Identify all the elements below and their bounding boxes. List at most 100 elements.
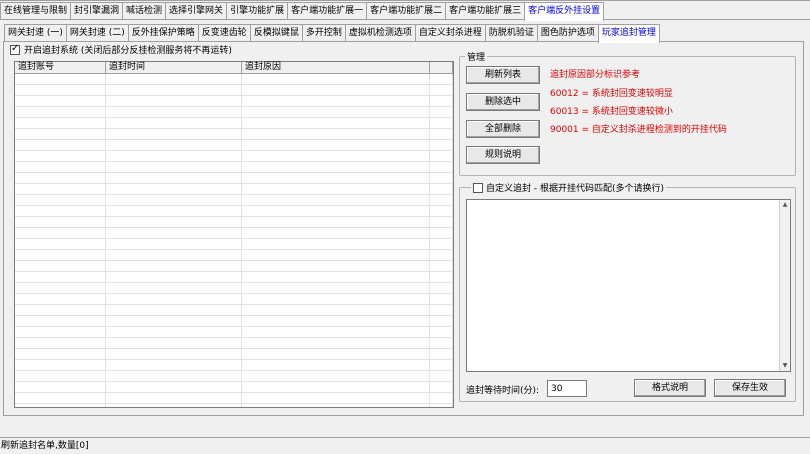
table-cell: [15, 118, 106, 129]
table-row[interactable]: [15, 217, 453, 228]
table-row[interactable]: [15, 173, 453, 184]
table-cell: [242, 96, 430, 107]
table-cell: [242, 261, 430, 272]
sub-tab-1[interactable]: 网关封速 (二): [65, 24, 129, 42]
rules-button[interactable]: 规则说明: [466, 146, 540, 164]
top-tab-0[interactable]: 在线管理与限制: [0, 2, 72, 20]
top-tab-5[interactable]: 客户端功能扩展一: [287, 2, 368, 20]
table-cell: [15, 272, 106, 283]
cheat-codes-scrollbar[interactable]: ▲ ▼: [779, 200, 790, 371]
cheat-codes-textarea[interactable]: ▲ ▼: [466, 199, 791, 372]
sub-tab-8[interactable]: 防脱机验证: [484, 24, 538, 42]
sub-tab-3[interactable]: 反变速齿轮: [197, 24, 251, 42]
table-row[interactable]: [15, 118, 453, 129]
sub-tab-2[interactable]: 反外挂保护策略: [127, 24, 199, 42]
table-row[interactable]: [15, 382, 453, 393]
table-cell: [242, 382, 430, 393]
table-cell: [106, 129, 242, 140]
top-tab-bar: 在线管理与限制 封引擎漏洞 喊话检测 选择引擎网关 引擎功能扩展 客户端功能扩展一 客户端功…: [0, 2, 605, 21]
table-cell: [15, 107, 106, 118]
table-cell: [106, 283, 242, 294]
top-tab-3[interactable]: 选择引擎网关: [165, 2, 228, 20]
column-header-time[interactable]: 追封时间: [106, 62, 242, 73]
table-row[interactable]: [15, 85, 453, 96]
table-row[interactable]: [15, 140, 453, 151]
table-cell: [15, 129, 106, 140]
table-cell: [242, 217, 430, 228]
reason-code-60013: 60013 = 系统封回变速较微小: [550, 107, 673, 117]
table-row[interactable]: [15, 360, 453, 371]
sub-tab-7[interactable]: 自定义封杀进程: [414, 24, 486, 42]
wait-time-input[interactable]: [547, 380, 587, 397]
format-help-button[interactable]: 格式说明: [634, 379, 706, 397]
column-header-reason[interactable]: 追封原因: [242, 62, 430, 73]
delete-selected-button[interactable]: 删除选中: [466, 93, 540, 111]
table-row[interactable]: [15, 74, 453, 85]
table-row[interactable]: [15, 316, 453, 327]
sub-tab-9[interactable]: 图色防护选项: [536, 24, 599, 42]
scroll-up-icon[interactable]: ▲: [780, 200, 790, 210]
top-tab-6[interactable]: 客户端功能扩展二: [366, 2, 447, 20]
table-cell: [430, 250, 453, 261]
table-row[interactable]: [15, 96, 453, 107]
column-header-account[interactable]: 追封账号: [15, 62, 106, 73]
table-row[interactable]: [15, 228, 453, 239]
save-apply-button[interactable]: 保存生效: [714, 379, 786, 397]
table-cell: [106, 85, 242, 96]
table-row[interactable]: [15, 162, 453, 173]
table-cell: [15, 96, 106, 107]
table-cell: [242, 162, 430, 173]
table-row[interactable]: [15, 371, 453, 382]
table-row[interactable]: [15, 294, 453, 305]
enable-tracking-checkbox[interactable]: [10, 43, 20, 55]
table-cell: [242, 371, 430, 382]
table-cell: [430, 393, 453, 404]
table-cell: [242, 294, 430, 305]
table-row[interactable]: [15, 261, 453, 272]
table-row[interactable]: [15, 283, 453, 294]
table-cell: [242, 173, 430, 184]
table-cell: [242, 206, 430, 217]
table-cell: [430, 338, 453, 349]
table-cell: [242, 151, 430, 162]
table-cell: [242, 129, 430, 140]
table-cell: [15, 239, 106, 250]
table-cell: [15, 250, 106, 261]
custom-tracking-checkbox[interactable]: [473, 182, 483, 193]
top-tab-2[interactable]: 喊话检测: [122, 2, 167, 20]
top-tab-4[interactable]: 引擎功能扩展: [226, 2, 289, 20]
sub-tab-5[interactable]: 多开控制: [301, 24, 346, 42]
scroll-down-icon[interactable]: ▼: [780, 361, 790, 371]
table-row[interactable]: [15, 107, 453, 118]
table-cell: [430, 74, 453, 85]
table-row[interactable]: [15, 327, 453, 338]
tracked-accounts-list[interactable]: 追封账号 追封时间 追封原因: [14, 61, 454, 408]
enable-tracking-row[interactable]: 开启追封系统 (关闭后部分反挂检测服务将不再运转): [10, 43, 232, 56]
table-cell: [106, 349, 242, 360]
table-row[interactable]: [15, 404, 453, 407]
table-row[interactable]: [15, 272, 453, 283]
sub-tab-10[interactable]: 玩家追封管理: [597, 24, 660, 43]
table-row[interactable]: [15, 184, 453, 195]
top-tab-8[interactable]: 客户端反外挂设置: [524, 2, 605, 21]
table-row[interactable]: [15, 239, 453, 250]
table-cell: [15, 283, 106, 294]
table-row[interactable]: [15, 338, 453, 349]
table-row[interactable]: [15, 206, 453, 217]
sub-tab-0[interactable]: 网关封速 (一): [4, 24, 67, 42]
table-cell: [430, 173, 453, 184]
table-row[interactable]: [15, 305, 453, 316]
table-row[interactable]: [15, 250, 453, 261]
table-cell: [242, 327, 430, 338]
table-row[interactable]: [15, 151, 453, 162]
table-row[interactable]: [15, 393, 453, 404]
sub-tab-4[interactable]: 反模拟键鼠: [249, 24, 303, 42]
sub-tab-6[interactable]: 虚拟机检测选项: [344, 24, 416, 42]
refresh-list-button[interactable]: 刷新列表: [466, 66, 540, 84]
delete-all-button[interactable]: 全部删除: [466, 120, 540, 138]
table-row[interactable]: [15, 195, 453, 206]
top-tab-7[interactable]: 客户端功能扩展三: [445, 2, 526, 20]
table-row[interactable]: [15, 129, 453, 140]
table-row[interactable]: [15, 349, 453, 360]
top-tab-1[interactable]: 封引擎漏洞: [70, 2, 124, 20]
